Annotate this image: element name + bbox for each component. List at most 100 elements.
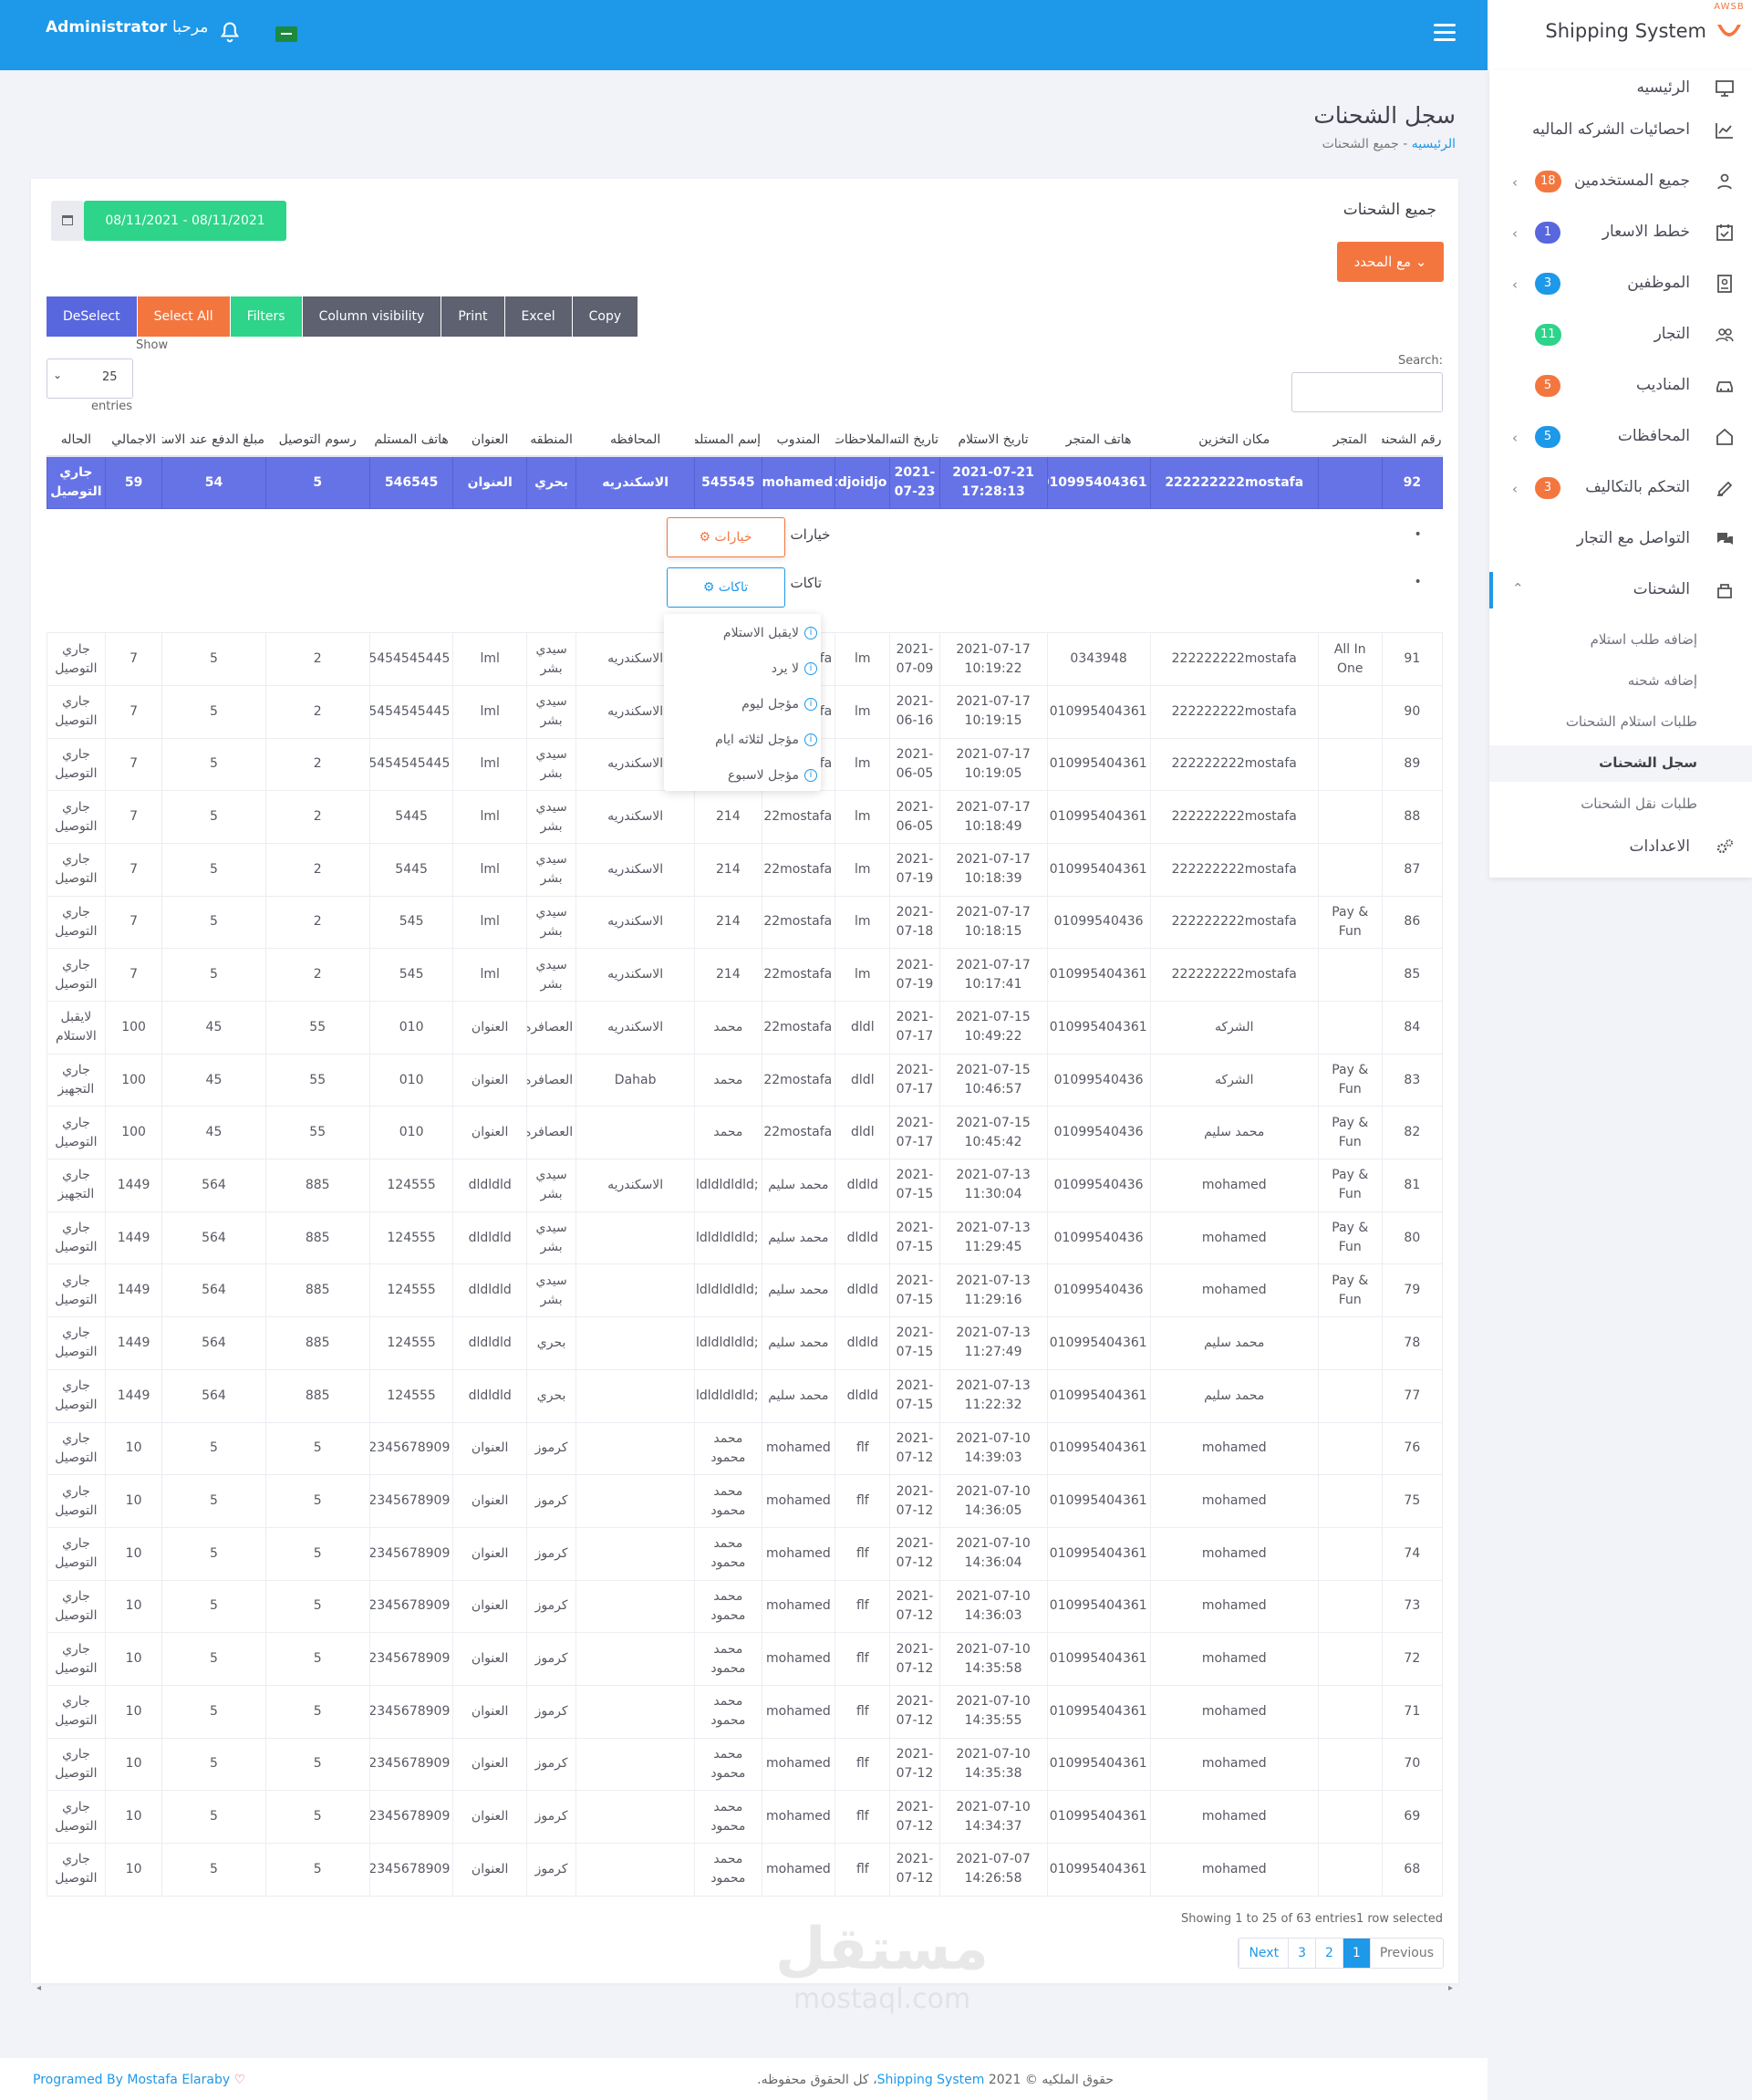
sidebar-sub-label: إضافه شحنه [1627, 672, 1697, 689]
calendar-icon[interactable] [51, 201, 84, 241]
show-label: Show [136, 338, 169, 352]
table-row[interactable]: جاري التوصيل 1449 564 885 124555 dldldld سيدي … [47, 1263, 1444, 1318]
table-row[interactable]: جاري التوصيل 7 5 2 5445 lml سيدي بشر الاسكندريه… [47, 790, 1444, 844]
column-header[interactable]: إسم المستلم [694, 423, 762, 457]
options-button[interactable]: ⚙ خيارات [666, 517, 785, 558]
column-header[interactable]: تاريخ الاستلام [939, 423, 1048, 457]
column-header[interactable]: الاجمالي [105, 423, 162, 457]
column-header[interactable]: تاريخ التسليم [889, 423, 940, 457]
dt-button-print[interactable]: Print [441, 296, 505, 337]
table-row[interactable]: جاري التوصيل105512345678909العنوانكرموزم… [47, 1790, 1444, 1844]
table-row[interactable]: جاري التوصيل105512345678909العنوانكرموزم… [47, 1737, 1444, 1792]
dropdown-item[interactable]: i لايقبل الاستلام [664, 618, 821, 650]
column-header[interactable]: الحاله [47, 423, 106, 457]
search-input[interactable] [1291, 372, 1443, 412]
sidebar-item-price-plans[interactable]: ‹ 1 خطط الاسعار [1489, 214, 1752, 251]
column-header[interactable]: رسوم التوصيل [265, 423, 370, 457]
dropdown-item[interactable]: i مؤجل لاسبوع [664, 760, 821, 792]
page-length-select[interactable]: 25 ⌄ [47, 359, 133, 399]
dt-button-excel[interactable]: Excel [504, 296, 573, 337]
table-cell [575, 1684, 696, 1739]
column-header[interactable]: العنوان [452, 423, 527, 457]
column-header[interactable]: الملاحظات [835, 423, 890, 457]
table-row[interactable]: جاري التوصيل 7 5 2 545 lml سيدي بشر الاسكندريه 2… [47, 948, 1444, 1002]
table-row[interactable]: جاري التوصيل105512345678909العنوانكرموزم… [47, 1684, 1444, 1739]
column-header[interactable]: هاتف المتجر [1047, 423, 1151, 457]
table-row[interactable]: جاري التجهيز 100 45 55 010 العنوان العصافره Dah… [47, 1053, 1444, 1107]
sidebar-item-finance-stats[interactable]: احصائيات الشركه الماليه [1489, 112, 1752, 149]
scroll-right-arrow[interactable]: ▸ [1448, 1983, 1453, 1993]
table-cell: 2021-06-05 [889, 790, 940, 844]
sidebar-item-home[interactable]: الرئيسيه [1489, 70, 1752, 107]
pagination-page-2[interactable]: 2 [1314, 1939, 1343, 1968]
date-range-button[interactable]: 08/11/2021 - 08/11/2021 [84, 201, 286, 241]
bulk-action-button[interactable]: مع المحدد ⌄ [1337, 242, 1444, 282]
table-row[interactable]: جاري التوصيل105512345678909العنوانكرموزم… [47, 1526, 1444, 1581]
scroll-left-arrow[interactable]: ◂ [36, 1983, 41, 1993]
sidebar-item-merchants[interactable]: 11 التجار [1489, 317, 1752, 353]
column-header[interactable]: المحافظه [575, 423, 695, 457]
sidebar-item-governorates[interactable]: ‹ 5 المحافظات [1489, 419, 1752, 455]
sidebar-item-cost-control[interactable]: ‹ 3 التحكم بالتكاليف [1489, 470, 1752, 506]
column-header[interactable]: رقم الشحنه [1382, 423, 1443, 457]
sidebar-sub-add-shipment[interactable]: إضافه شحنه [1489, 663, 1752, 700]
column-header[interactable]: المندوب [762, 423, 835, 457]
sidebar-sub-shipments-log[interactable]: سجل الشحنات [1489, 745, 1752, 782]
table-cell: 5 [161, 842, 266, 897]
column-header[interactable]: المنطقه [526, 423, 576, 457]
dropdown-item[interactable]: i لا يرد [664, 653, 821, 685]
table-row-selected[interactable]: جاري التوصيل 59 54 5 546545 العنوان بحري الاسكن… [47, 455, 1444, 510]
hamburger-menu-icon[interactable] [1434, 24, 1456, 42]
table-row[interactable]: جاري التوصيل105512345678909العنوانكرموزم… [47, 1421, 1444, 1476]
footer-credit[interactable]: Programed By Mostafa Elaraby ♡ [33, 2073, 245, 2087]
sidebar-sub-transfer-requests[interactable]: طلبات نقل الشحنات [1489, 786, 1752, 823]
dropdown-item[interactable]: i مؤجل ليوم [664, 689, 821, 721]
user-greeting[interactable]: Administrator مرحبا [46, 18, 208, 36]
table-cell: dldld [835, 1368, 891, 1423]
table-row[interactable]: جاري التوصيل 100 45 55 010 العنوان العصافره محم… [47, 1106, 1444, 1160]
table-row[interactable]: جاري التوصيل 7 5 2 545 lml سيدي بشر الاسكندريه 2… [47, 895, 1444, 950]
sidebar-item-employees[interactable]: ‹ 3 الموظفين [1489, 265, 1752, 302]
pagination-previous[interactable]: Previous [1369, 1939, 1443, 1968]
table-row[interactable]: جاري التجهيز 1449 564 885 124555 dldldld سيدي … [47, 1159, 1444, 1212]
sidebar-item-settings[interactable]: الاعدادات [1489, 829, 1752, 866]
table-row[interactable]: جاري التوصيل 1449 564 885 124555 dldldld بحري;… [47, 1316, 1444, 1370]
dt-button-filters[interactable]: Filters [230, 296, 303, 337]
pagination-page-1[interactable]: 1 [1342, 1939, 1370, 1968]
dropdown-item[interactable]: i مؤجل لثلاثه ايام [664, 724, 821, 756]
sidebar-item-users[interactable]: ‹ 18 جميع المستخدمين [1489, 163, 1752, 200]
sidebar-item-shipments[interactable]: ⌃ الشحنات [1489, 572, 1752, 608]
table-row[interactable]: جاري التوصيل 7 5 2 5445 lml سيدي بشر الاسكندريه… [47, 842, 1444, 897]
table-row[interactable]: جاري التوصيل105512345678909العنوانكرموزم… [47, 1843, 1444, 1897]
table-row[interactable]: جاري التوصيل 1449 564 885 124555 dldldld بحري;… [47, 1368, 1444, 1423]
column-header[interactable]: مبلغ الدفع عند الاستلام [161, 423, 266, 457]
dt-button-column-visibility[interactable]: Column visibility [302, 296, 442, 337]
column-header[interactable]: مكان التخزين [1150, 423, 1319, 457]
dt-button-copy[interactable]: Copy [572, 296, 639, 337]
table-cell: العنوان [452, 1843, 527, 1897]
horizontal-scrollbar[interactable]: ◂ ▸ [31, 1983, 1458, 1998]
pagination-page-3[interactable]: 3 [1288, 1939, 1315, 1968]
table-cell: جاري التوصيل [47, 895, 106, 950]
flag-icon[interactable] [275, 26, 297, 42]
column-header[interactable]: المتجر [1318, 423, 1383, 457]
tags-button[interactable]: ⚙ تاكات [666, 567, 785, 608]
breadcrumb-home[interactable]: الرئيسيه [1412, 137, 1456, 151]
table-row[interactable]: جاري التوصيل105512345678909العنوانكرموزم… [47, 1474, 1444, 1528]
sidebar-sub-pickup-requests[interactable]: طلبات استلام الشحنات [1489, 704, 1752, 741]
dt-button-deselect[interactable]: DeSelect [47, 296, 138, 337]
footer-brand-link[interactable]: Shipping System [877, 2073, 985, 2087]
column-header[interactable]: هاتف المستلم [369, 423, 453, 457]
table-cell: dldld [835, 1211, 891, 1265]
table-cell: mohamed [1149, 1843, 1319, 1897]
sidebar-sub-add-pickup[interactable]: إضافه طلب استلام [1489, 622, 1752, 659]
table-row[interactable]: جاري التوصيل 1449 564 885 124555 dldldld سيدي … [47, 1211, 1444, 1265]
pagination-next[interactable]: Next [1239, 1939, 1288, 1968]
sidebar-item-merchant-contact[interactable]: التواصل مع التجار [1489, 521, 1752, 557]
table-row[interactable]: جاري التوصيل105512345678909العنوانكرموزم… [47, 1579, 1444, 1634]
table-row[interactable]: جاري التوصيل105512345678909العنوانكرموزم… [47, 1632, 1444, 1686]
sidebar-item-delegates[interactable]: 5 المناديب [1489, 368, 1752, 404]
bell-icon[interactable] [217, 20, 243, 46]
dt-button-select-all[interactable]: Select All [137, 296, 231, 337]
table-row[interactable]: لايقبل الاستلام 100 45 55 010 العنوان العصافره… [47, 1001, 1444, 1055]
